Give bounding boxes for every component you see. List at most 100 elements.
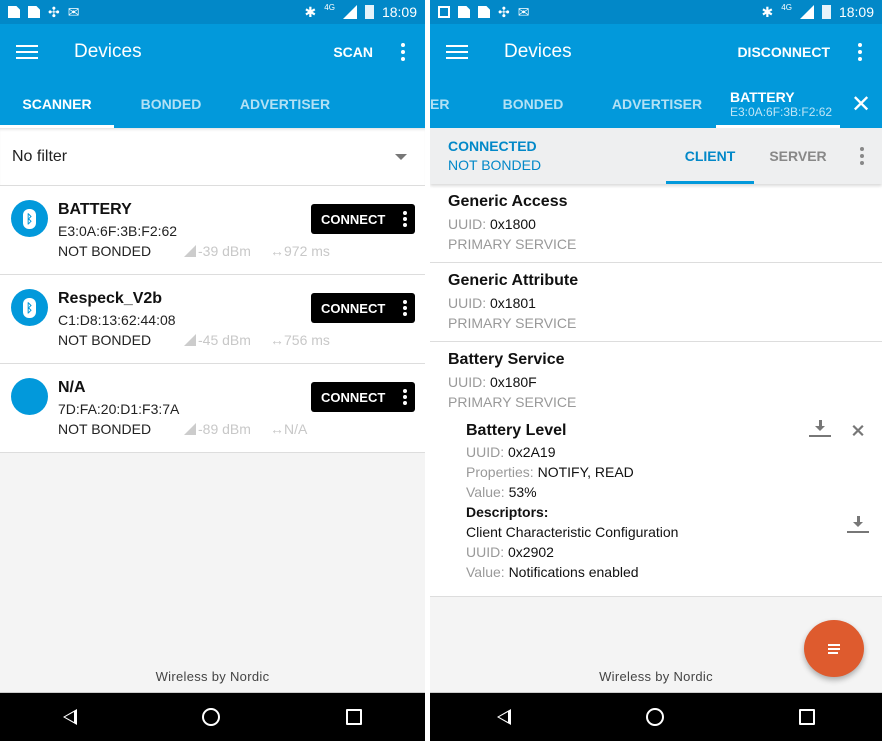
connection-state: CONNECTED <box>448 138 537 154</box>
connection-bar: CONNECTED NOT BONDED CLIENT SERVER <box>430 128 882 184</box>
advertising-interval: ↔N/A <box>270 421 308 437</box>
nav-bar <box>0 693 425 741</box>
tab-advertiser[interactable]: ADVERTISER <box>228 80 342 128</box>
gmail-notification-icon: ✉ <box>67 4 80 20</box>
dropdown-arrow-icon <box>395 153 407 160</box>
home-icon[interactable] <box>202 708 221 726</box>
app-bar: Devices DISCONNECT <box>430 24 882 80</box>
tab-server[interactable]: SERVER <box>754 128 842 184</box>
service-name: Generic Access <box>448 193 568 210</box>
service-uuid: UUID: 0x1800 <box>448 216 536 232</box>
footer-brand: Wireless by Nordic <box>0 669 425 693</box>
descriptor-uuid: UUID: 0x2902 <box>466 544 554 560</box>
bond-state: NOT BONDED <box>58 421 152 437</box>
tab-bonded[interactable]: BONDED <box>468 80 598 128</box>
device-address: E3:0A:6F:3B:F2:62 <box>58 223 178 239</box>
descriptors-heading: Descriptors: <box>466 504 549 520</box>
file-notification-icon <box>8 6 20 18</box>
overflow-menu-icon[interactable] <box>848 43 872 61</box>
read-descriptor-icon[interactable] <box>846 516 870 536</box>
device-options-icon[interactable] <box>403 300 407 316</box>
home-icon[interactable] <box>645 708 664 726</box>
service-item[interactable]: Generic Attribute UUID: 0x1801 PRIMARY S… <box>430 263 882 342</box>
service-type: PRIMARY SERVICE <box>448 315 577 331</box>
service-type: PRIMARY SERVICE <box>448 394 577 410</box>
clock: 18:09 <box>838 4 874 20</box>
device-address: 7D:FA:20:D1:F3:7A <box>58 401 180 417</box>
overflow-menu-icon[interactable] <box>391 43 415 61</box>
back-icon[interactable] <box>62 709 77 725</box>
scanner-screen: ✣ ✉ ✱ 4G 18:09 Devices SCAN SCANNER BOND… <box>0 0 425 741</box>
tab-scanner[interactable]: ER <box>430 80 468 128</box>
device-item[interactable]: ᛒ BATTERY E3:0A:6F:3B:F2:62 NOT BONDED -… <box>0 186 425 275</box>
characteristic-name: Battery Level <box>466 422 567 439</box>
service-item-expanded[interactable]: Battery Service UUID: 0x180F PRIMARY SER… <box>430 342 882 597</box>
device-item[interactable]: ᛒ Respeck_V2b C1:D8:13:62:44:08 NOT BOND… <box>0 275 425 364</box>
connection-status: CONNECTED NOT BONDED <box>430 128 666 184</box>
page-title: Devices <box>74 41 142 62</box>
network-type: 4G <box>781 2 792 12</box>
rssi-readout: -45 dBm <box>184 332 251 348</box>
interval-icon: ↔ <box>270 421 284 437</box>
battery-icon <box>821 5 831 19</box>
gmail-notification-icon: ✉ <box>517 4 530 20</box>
bluetooth-status-icon: ✱ <box>304 4 317 20</box>
sync-notification-icon: ✣ <box>498 4 510 20</box>
connect-button[interactable]: CONNECT <box>311 204 415 234</box>
file-notification-icon <box>458 6 470 18</box>
recents-icon[interactable] <box>798 709 815 725</box>
signal-icon <box>342 5 357 19</box>
tab-scanner[interactable]: SCANNER <box>0 80 114 128</box>
recents-icon[interactable] <box>346 709 363 725</box>
apple-icon <box>11 378 48 415</box>
battery-icon <box>364 5 374 19</box>
device-detail-screen: ✣ ✉ ✱ 4G 18:09 Devices DISCONNECT ER BON… <box>430 0 882 741</box>
device-options-icon[interactable] <box>403 389 407 405</box>
service-uuid: UUID: 0x180F <box>448 374 537 390</box>
filter-dropdown[interactable]: No filter <box>0 128 425 186</box>
descriptor-value: Value: Notifications enabled <box>466 564 639 580</box>
menu-icon[interactable] <box>446 45 468 59</box>
tab-device-name: BATTERY <box>730 89 795 105</box>
characteristic-value: Value: 53% <box>466 484 537 500</box>
footer-brand: Wireless by Nordic <box>430 669 882 693</box>
tab-device-battery[interactable]: BATTERY E3:0A:6F:3B:F2:62 <box>716 80 840 128</box>
disconnect-button[interactable]: DISCONNECT <box>737 44 830 60</box>
signal-icon <box>799 5 814 19</box>
signal-strength-icon <box>184 334 196 346</box>
device-address: C1:D8:13:62:44:08 <box>58 312 176 328</box>
bond-state: NOT BONDED <box>58 243 152 259</box>
status-bar: ✣ ✉ ✱ 4G 18:09 <box>0 0 425 24</box>
bluetooth-status-icon: ✱ <box>761 4 774 20</box>
file-notification-icon <box>28 6 40 18</box>
service-uuid: UUID: 0x1801 <box>448 295 536 311</box>
signal-strength-icon <box>184 245 196 257</box>
connect-button[interactable]: CONNECT <box>311 293 415 323</box>
characteristic-item: Battery Level UUID: 0x2A19 Properties: N… <box>448 412 869 584</box>
notifications-toggle-icon[interactable]: ⨯ <box>846 420 870 440</box>
tab-device-address: E3:0A:6F:3B:F2:62 <box>730 105 833 119</box>
connection-options-icon[interactable] <box>842 128 882 184</box>
scan-button[interactable]: SCAN <box>333 44 373 60</box>
menu-icon[interactable] <box>16 45 38 59</box>
device-name: N/A <box>58 379 86 396</box>
read-characteristic-icon[interactable] <box>808 420 832 440</box>
clock: 18:09 <box>381 4 417 20</box>
tab-bonded[interactable]: BONDED <box>114 80 228 128</box>
page-title: Devices <box>504 41 572 62</box>
tab-client[interactable]: CLIENT <box>666 128 754 184</box>
app-bar: Devices SCAN <box>0 24 425 80</box>
close-tab-icon[interactable]: ✕ <box>840 80 882 128</box>
bond-state: NOT BONDED <box>448 157 542 173</box>
device-item[interactable]: N/A 7D:FA:20:D1:F3:7A NOT BONDED -89 dBm… <box>0 364 425 453</box>
connect-button[interactable]: CONNECT <box>311 382 415 412</box>
tab-advertiser[interactable]: ADVERTISER <box>598 80 716 128</box>
back-icon[interactable] <box>497 709 512 725</box>
nav-bar <box>430 693 882 741</box>
device-options-icon[interactable] <box>403 211 407 227</box>
rssi-readout: -89 dBm <box>184 421 251 437</box>
bluetooth-icon: ᛒ <box>11 200 48 237</box>
service-item[interactable]: Generic Access UUID: 0x1800 PRIMARY SERV… <box>430 184 882 263</box>
characteristic-properties: Properties: NOTIFY, READ <box>466 464 634 480</box>
network-type: 4G <box>324 2 335 12</box>
